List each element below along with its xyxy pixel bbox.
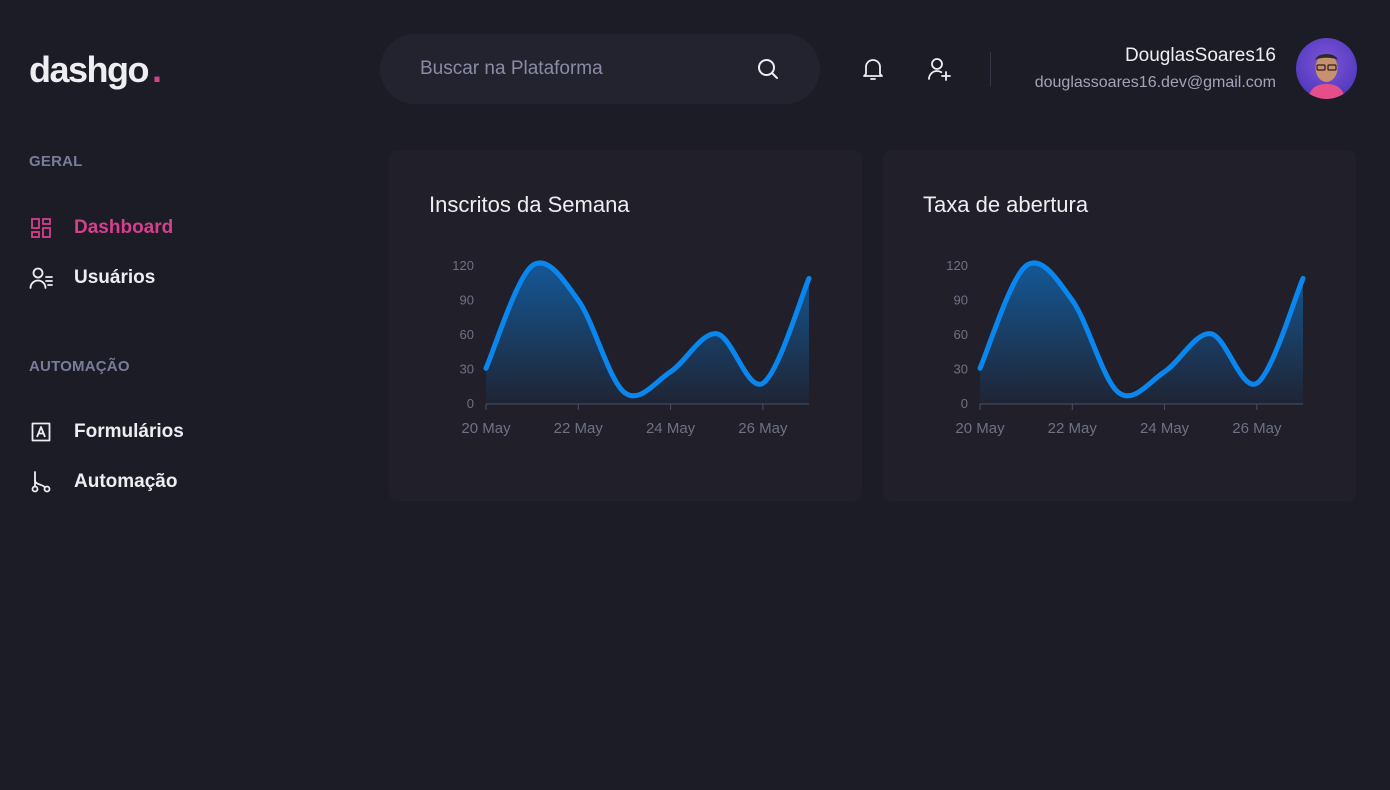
sidebar-item-formularios[interactable]: Formulários bbox=[29, 418, 184, 446]
sidebar-item-dashboard[interactable]: Dashboard bbox=[29, 214, 173, 242]
x-tick-label: 26 May bbox=[1232, 420, 1282, 437]
y-tick-label: 60 bbox=[954, 327, 968, 342]
sidebar-item-label: Formulários bbox=[74, 421, 184, 442]
dashboard-icon bbox=[29, 216, 53, 240]
y-tick-label: 30 bbox=[460, 361, 474, 376]
sidebar-item-label: Dashboard bbox=[74, 217, 174, 238]
header-divider bbox=[990, 52, 991, 86]
y-tick-label: 120 bbox=[452, 258, 474, 273]
search-input[interactable] bbox=[420, 58, 756, 80]
x-tick-label: 22 May bbox=[554, 420, 604, 437]
profile-email: douglassoares16.dev@gmail.com bbox=[1034, 74, 1276, 91]
x-tick-label: 20 May bbox=[955, 420, 1005, 437]
users-list-icon bbox=[29, 266, 53, 290]
git-branch-icon bbox=[29, 470, 53, 494]
sidebar-item-label: Automação bbox=[74, 471, 178, 492]
y-tick-label: 60 bbox=[460, 327, 474, 342]
app-logo[interactable]: dashgo. bbox=[29, 48, 162, 92]
x-tick-label: 22 May bbox=[1048, 420, 1098, 437]
y-tick-label: 0 bbox=[467, 396, 474, 411]
y-tick-label: 0 bbox=[961, 396, 968, 411]
x-tick-label: 20 May bbox=[461, 420, 511, 437]
sidebar-item-automacao[interactable]: Automação bbox=[29, 468, 177, 496]
x-tick-label: 26 May bbox=[738, 420, 788, 437]
header: dashgo. DouglasSoares16 douglassoares16.… bbox=[0, 0, 1390, 140]
chart-card: Taxa de abertura 0 30 60 90 120 20 May 22 May 2… bbox=[883, 150, 1356, 501]
chart-card: Inscritos da Semana 0 30 60 90 120 20 May 22 M… bbox=[389, 150, 862, 501]
y-tick-label: 30 bbox=[954, 361, 968, 376]
x-tick-label: 24 May bbox=[646, 420, 696, 437]
x-tick-label: 24 May bbox=[1140, 420, 1190, 437]
sidebar-section-title: AUTOMAÇÃO bbox=[29, 358, 130, 375]
sidebar-item-label: Usuários bbox=[74, 267, 156, 288]
sidebar-section-title: GERAL bbox=[29, 153, 83, 170]
avatar[interactable] bbox=[1296, 38, 1357, 99]
bell-icon[interactable] bbox=[860, 56, 886, 82]
profile-name: DouglasSoares16 bbox=[1124, 45, 1276, 66]
y-tick-label: 90 bbox=[460, 292, 474, 307]
sidebar-item-usuarios[interactable]: Usuários bbox=[29, 264, 155, 292]
y-tick-label: 120 bbox=[946, 258, 968, 273]
search-bar bbox=[380, 34, 820, 104]
y-tick-label: 90 bbox=[954, 292, 968, 307]
chart-svg: 0 30 60 90 120 20 May 22 May 24 May 26 May bbox=[452, 258, 812, 437]
search-icon[interactable] bbox=[756, 57, 780, 81]
logo-text: dashgo bbox=[29, 49, 150, 90]
logo-dot: . bbox=[152, 49, 162, 90]
form-icon bbox=[29, 420, 53, 444]
chart-svg: 0 30 60 90 120 20 May 22 May 24 May 26 May bbox=[946, 258, 1306, 437]
user-plus-icon[interactable] bbox=[926, 56, 952, 82]
